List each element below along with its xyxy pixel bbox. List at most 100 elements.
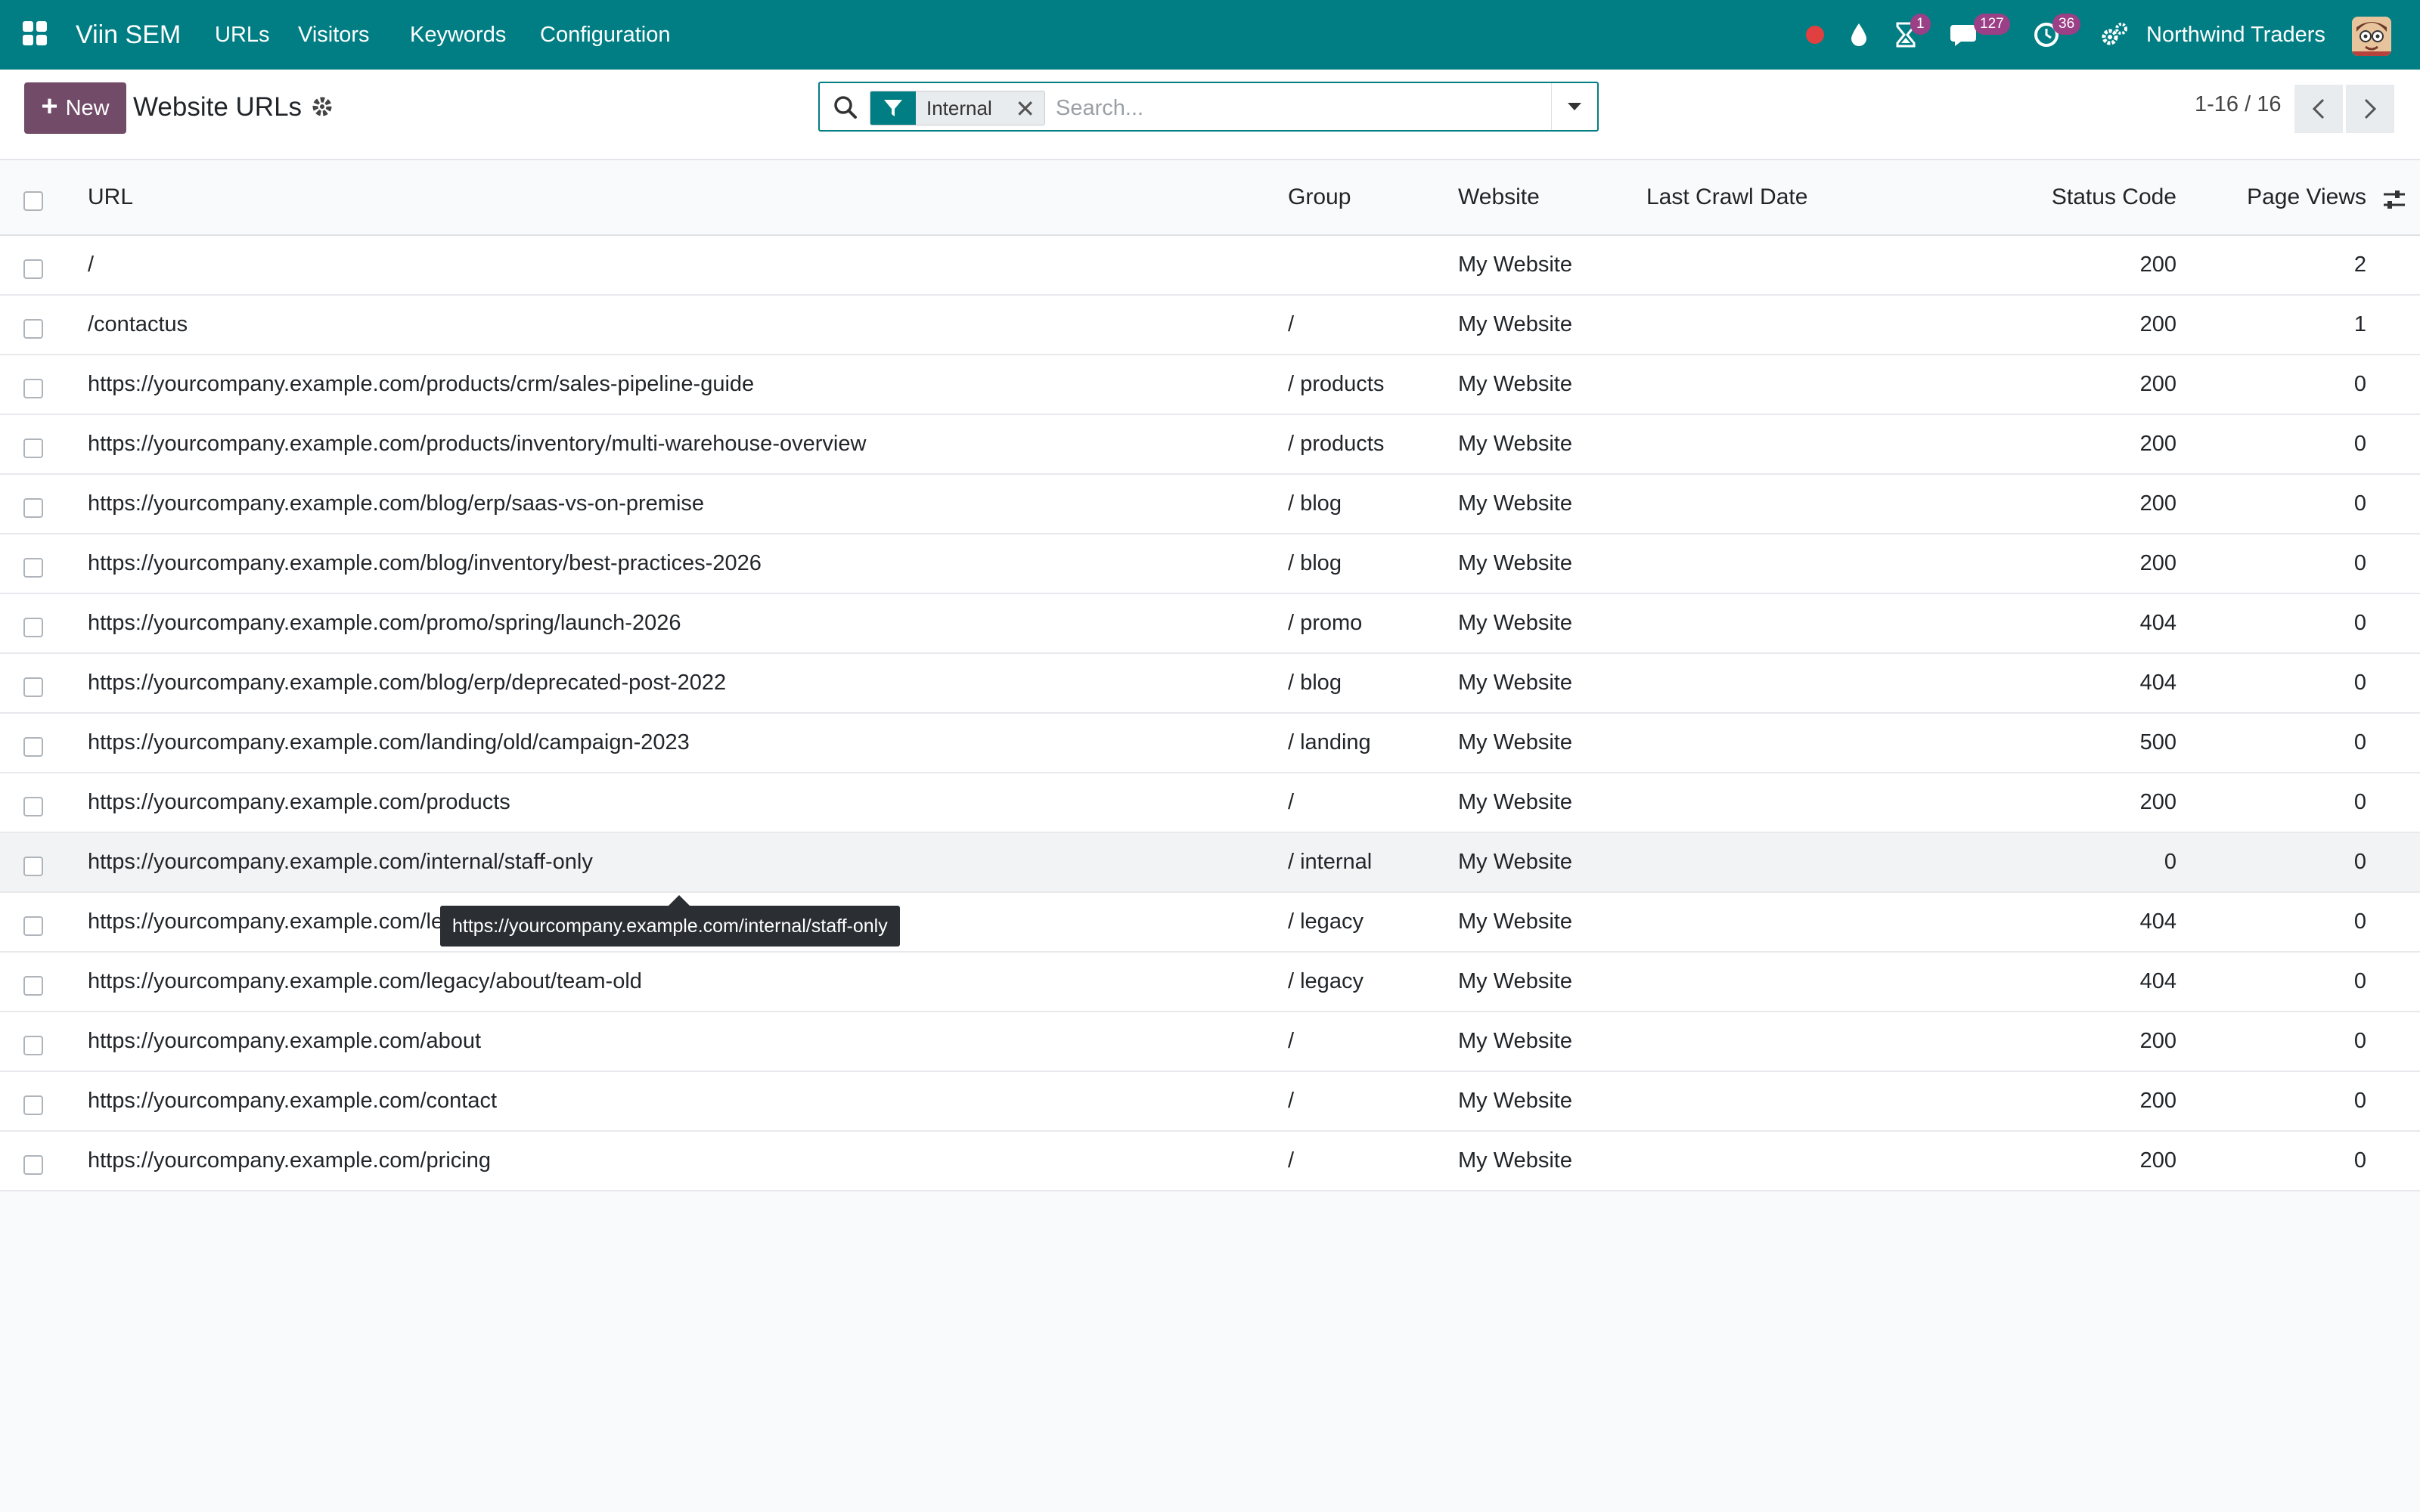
cell-status-code: 0 [2164,850,2176,874]
cell-url: https://yourcompany.example.com/blog/erp… [88,491,705,516]
cell-website: My Website [1458,611,1572,635]
menu-configuration[interactable]: Configuration [540,0,671,70]
pager-value[interactable]: 1-16 / 16 [2195,92,2281,117]
cell-status-code: 404 [2139,969,2176,993]
row-checkbox[interactable] [23,259,43,279]
row-checkbox[interactable] [23,497,43,518]
pager-next-button[interactable] [2346,85,2394,133]
cell-group: / blog [1288,491,1342,516]
row-checkbox[interactable] [23,1095,43,1115]
red-dot-icon[interactable] [1798,20,1832,50]
url-tooltip: https://yourcompany.example.com/internal… [440,906,900,947]
column-website[interactable]: Website [1458,160,1540,234]
column-last-crawl-date[interactable]: Last Crawl Date [1646,160,1807,234]
cell-website: My Website [1458,551,1572,575]
top-navbar: Viin SEM URLs Visitors Keywords Configur… [0,0,2420,70]
table-header: URL Group Website Last Crawl Date Status… [0,160,2420,236]
avatar[interactable] [2352,17,2391,56]
column-url[interactable]: URL [88,160,133,234]
grid-icon[interactable] [23,21,48,47]
cell-page-views: 0 [2353,969,2366,993]
cell-page-views: 0 [2353,730,2366,754]
cell-url: https://yourcompany.example.com/blog/inv… [88,551,762,575]
company-name[interactable]: Northwind Traders [2146,0,2325,70]
select-all-checkbox[interactable] [23,191,43,211]
facet-label: Internal [926,96,992,119]
row-checkbox[interactable] [23,916,43,936]
table-row[interactable]: https://yourcompany.example.com/about / My… [0,1012,2420,1072]
cell-url: https://yourcompany.example.com/legacy/a… [88,969,642,993]
table-row[interactable]: https://yourcompany.example.com/landing/… [0,714,2420,773]
cell-status-code: 200 [2139,790,2176,814]
row-checkbox[interactable] [23,617,43,637]
row-checkbox[interactable] [23,438,43,458]
row-checkbox[interactable] [23,677,43,697]
chat-icon[interactable]: 127 [1948,14,2010,50]
activity-badge: 1 [1910,14,1931,35]
cell-url: https://yourcompany.example.com/products… [88,432,867,456]
close-icon[interactable]: ✕ [1015,94,1035,123]
table-row[interactable]: / My Website 200 2 [0,236,2420,296]
column-status-code[interactable]: Status Code [2052,160,2176,234]
table-row[interactable]: https://yourcompany.example.com/products… [0,355,2420,415]
cell-page-views: 2 [2353,253,2366,277]
row-checkbox[interactable] [23,557,43,578]
pager-previous-button[interactable] [2294,85,2343,133]
menu-keywords[interactable]: Keywords [410,0,506,70]
cell-url: https://yourcompany.example.com/pricing [88,1148,491,1173]
cell-page-views: 0 [2353,909,2366,934]
cell-status-code: 200 [2139,491,2176,516]
search-facet-internal: Internal ✕ [870,91,1045,125]
table-row[interactable]: https://yourcompany.example.com/legacy/a… [0,953,2420,1012]
hourglass-icon[interactable]: 1 [1889,14,1931,50]
row-checkbox[interactable] [23,318,43,339]
table-row[interactable]: https://yourcompany.example.com/promo/sp… [0,594,2420,654]
cell-group: / [1288,1029,1295,1053]
table-row[interactable]: https://yourcompany.example.com/blog/erp… [0,475,2420,534]
table-row[interactable]: https://yourcompany.example.com/blog/inv… [0,534,2420,594]
row-checkbox[interactable] [23,378,43,398]
table-row[interactable]: https://yourcompany.example.com/internal… [0,833,2420,893]
sliders-icon[interactable] [2381,186,2408,213]
column-group[interactable]: Group [1288,160,1351,234]
search-input[interactable] [1054,89,1571,127]
table-row[interactable]: https://yourcompany.example.com/products… [0,415,2420,475]
table-row[interactable]: https://yourcompany.example.com/contact /… [0,1072,2420,1132]
clock-icon[interactable]: 36 [2030,14,2081,50]
menu-visitors[interactable]: Visitors [298,0,370,70]
new-button[interactable]: + New [24,82,126,134]
table-row[interactable]: https://yourcompany.example.com/products… [0,773,2420,833]
gear-icon[interactable] [310,94,334,119]
row-checkbox[interactable] [23,1035,43,1055]
search-options-toggle[interactable] [1551,83,1597,130]
cell-website: My Website [1458,850,1572,874]
column-page-views[interactable]: Page Views [2247,160,2366,234]
cell-status-code: 200 [2139,1089,2176,1113]
drop-icon[interactable] [1842,20,1876,50]
cell-group: / [1288,1148,1295,1173]
cell-group: / blog [1288,671,1342,695]
cell-page-views: 0 [2353,790,2366,814]
cell-website: My Website [1458,909,1572,934]
row-checkbox[interactable] [23,796,43,816]
row-checkbox[interactable] [23,1154,43,1175]
row-checkbox[interactable] [23,856,43,876]
table-row[interactable]: https://yourcompany.example.com/pricing /… [0,1132,2420,1191]
row-checkbox[interactable] [23,736,43,757]
cell-group: / [1288,1089,1295,1113]
table-row[interactable]: https://yourcompany.example.com/legacy/b… [0,893,2420,953]
app-name[interactable]: Viin SEM [76,0,181,70]
search-icon[interactable] [832,94,859,121]
cell-url: https://yourcompany.example.com/products… [88,372,755,396]
menu-urls[interactable]: URLs [215,0,270,70]
cell-group: / [1288,312,1295,336]
table-row[interactable]: /contactus / My Website 200 1 [0,296,2420,355]
gears-icon[interactable] [2098,20,2131,50]
cell-website: My Website [1458,671,1572,695]
row-checkbox[interactable] [23,975,43,996]
cell-website: My Website [1458,1029,1572,1053]
search-bar: Internal ✕ [818,82,1599,132]
table-row[interactable]: https://yourcompany.example.com/blog/erp… [0,654,2420,714]
cell-url: https://yourcompany.example.com/internal… [88,850,593,874]
cell-page-views: 0 [2353,850,2366,874]
